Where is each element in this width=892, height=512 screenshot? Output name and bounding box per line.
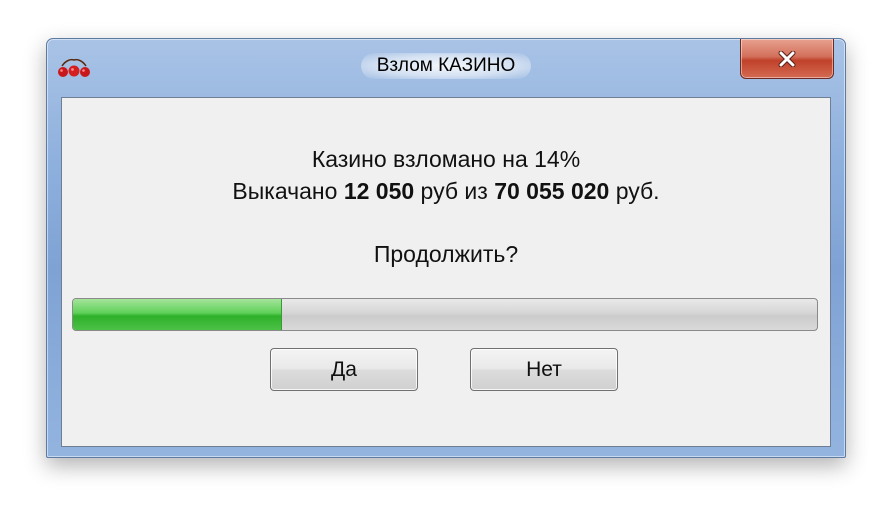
close-button[interactable] [740,39,834,79]
yes-button[interactable]: Да [270,348,418,391]
status-line: Казино взломано на 14% [311,146,581,172]
title-bar[interactable]: Взлом КАЗИНО [47,39,845,97]
no-button[interactable]: Нет [470,348,618,391]
amount-line: Выкачано 12 050 руб из 70 055 020 руб. [232,178,660,204]
dialog-window: Взлом КАЗИНО Казино взломано на 14% Выка… [46,38,846,458]
window-title: Взлом КАЗИНО [360,53,532,79]
continue-question: Продолжить? [373,241,519,267]
dialog-content: Казино взломано на 14% Выкачано 12 050 р… [61,97,831,447]
close-icon [778,50,796,67]
amount-downloaded: 12 050 [343,178,415,204]
progress-fill [73,299,283,330]
amount-total: 70 055 020 [494,178,610,204]
progress-bar [72,298,818,331]
